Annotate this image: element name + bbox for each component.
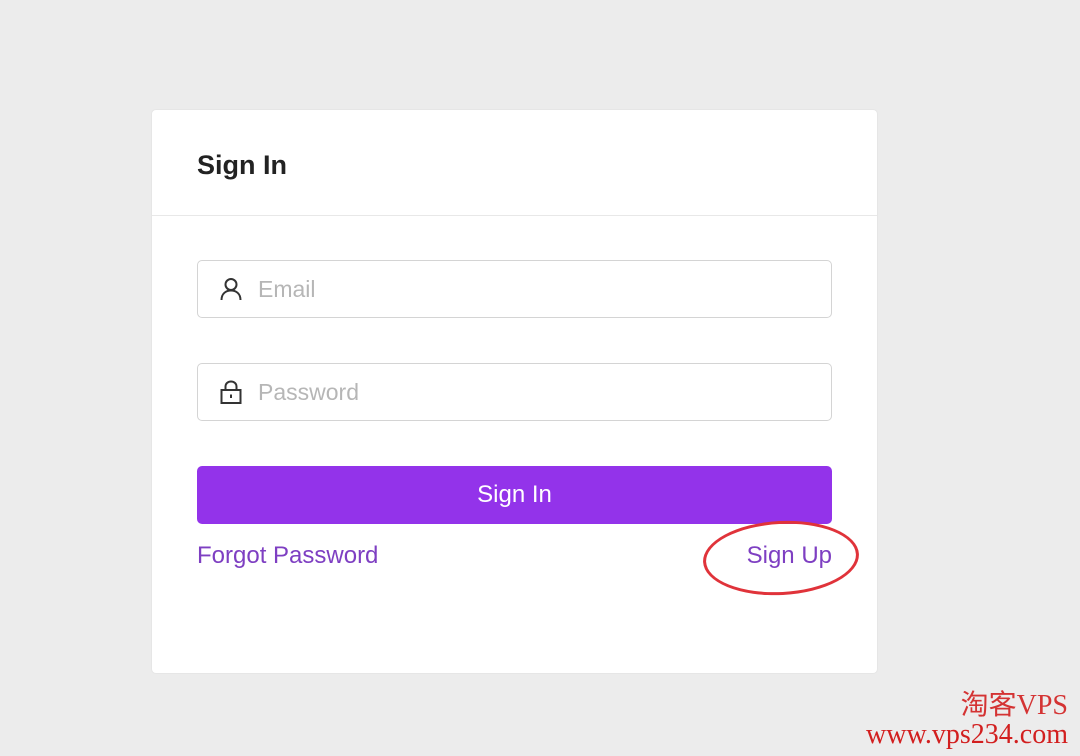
lock-icon (218, 379, 244, 405)
password-input[interactable] (258, 378, 818, 406)
sign-up-link[interactable]: Sign Up (747, 540, 832, 572)
card-header: Sign In (152, 110, 877, 216)
watermark-url: www.vps234.com (866, 719, 1068, 750)
password-field[interactable] (197, 363, 832, 421)
forgot-password-link[interactable]: Forgot Password (197, 540, 378, 572)
watermark-brand: 淘客VPS (960, 690, 1068, 721)
watermark: 淘客VPS www.vps234.com (866, 692, 1068, 750)
user-icon (218, 276, 244, 302)
sign-in-card: Sign In Sign In Forgot Password Sign Up (152, 110, 877, 673)
sign-in-button[interactable]: Sign In (197, 466, 832, 524)
email-field[interactable] (197, 260, 832, 318)
email-input[interactable] (258, 275, 818, 303)
page-title: Sign In (197, 150, 287, 180)
